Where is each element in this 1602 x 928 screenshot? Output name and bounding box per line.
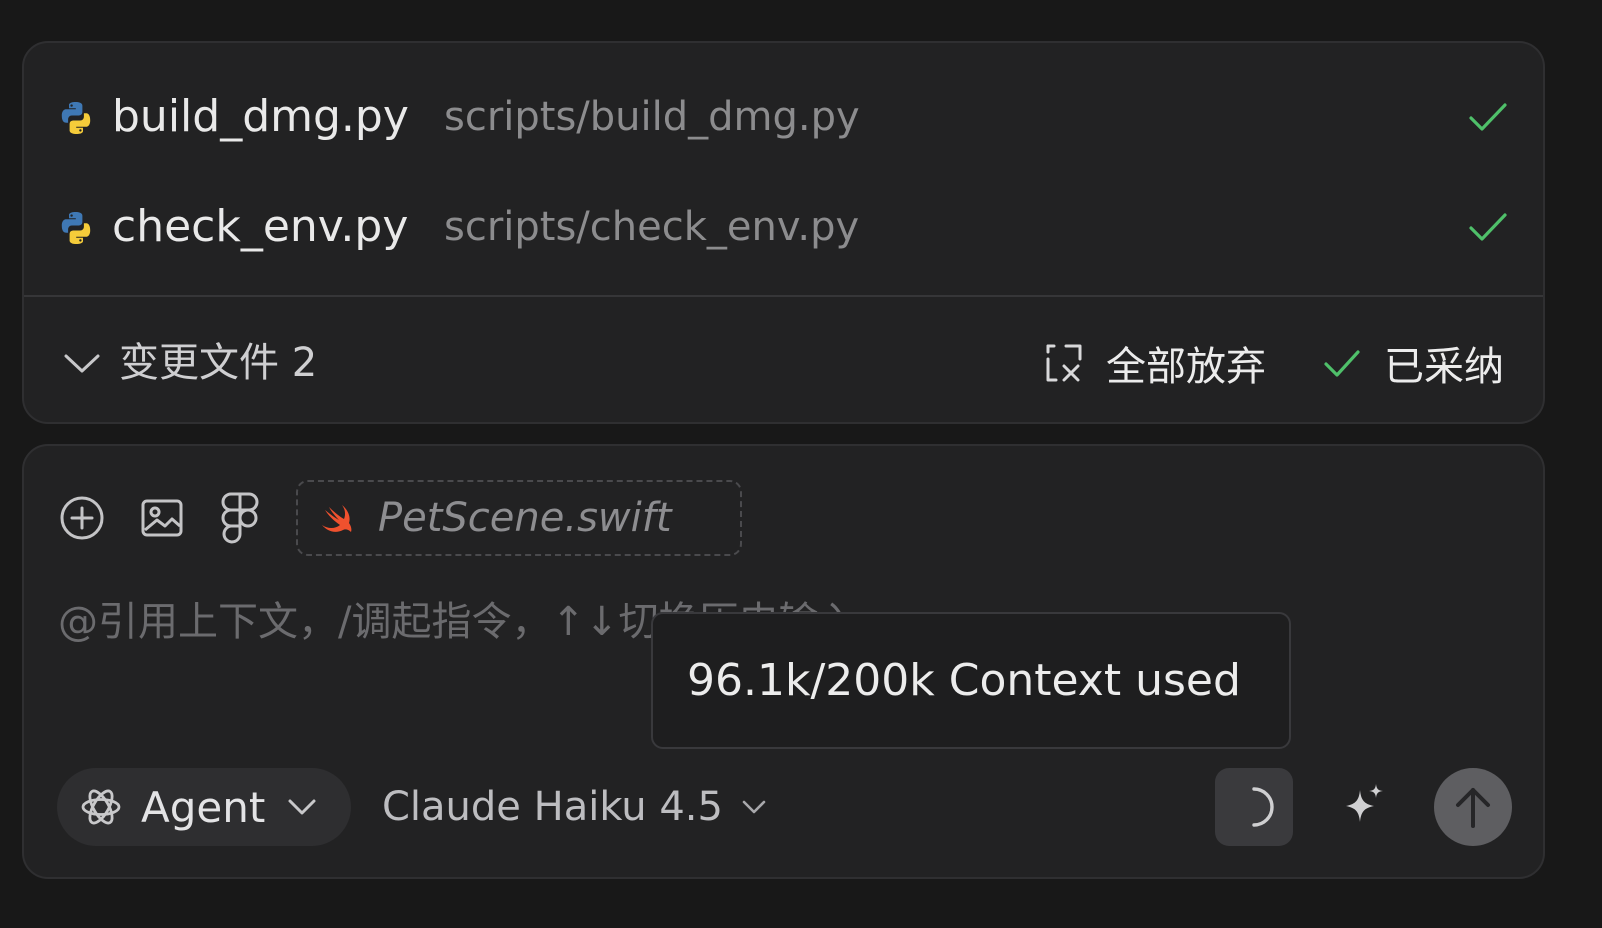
chevron-down-icon[interactable] [62, 347, 102, 379]
accepted-check-icon [1469, 103, 1507, 131]
file-name: check_env.py [112, 201, 409, 252]
discard-all-button[interactable]: 全部放弃 [1044, 333, 1266, 393]
file-path: scripts/build_dmg.py [444, 94, 860, 140]
changed-files-count[interactable]: 变更文件 2 [119, 333, 317, 393]
accepted-check-icon [1469, 213, 1507, 241]
changes-footer: 变更文件 2 全部放弃 已采纳 [24, 333, 1543, 393]
changed-file-row[interactable]: check_env.py scripts/check_env.py [24, 197, 1543, 257]
discard-all-label: 全部放弃 [1106, 344, 1266, 390]
model-label: Claude Haiku 4.5 [382, 784, 723, 830]
swift-file-icon [322, 505, 352, 532]
tooltip-text: 96.1k/200k Context used [687, 655, 1241, 706]
changed-files-panel: build_dmg.py scripts/build_dmg.py check_… [22, 41, 1545, 424]
accepted-button[interactable]: 已采纳 [1322, 333, 1504, 393]
agent-mode-dropdown[interactable]: Agent [57, 768, 351, 846]
python-file-icon [61, 102, 91, 134]
send-button[interactable] [1434, 768, 1512, 846]
context-file-chip[interactable]: PetScene.swift [296, 480, 742, 556]
context-file-name: PetScene.swift [378, 495, 672, 541]
figma-icon[interactable] [216, 490, 264, 546]
python-file-icon [61, 212, 91, 244]
discard-icon [1046, 344, 1082, 382]
changed-file-row[interactable]: build_dmg.py scripts/build_dmg.py [24, 87, 1543, 147]
arrow-up-icon [1456, 788, 1490, 828]
image-icon[interactable] [138, 494, 186, 542]
add-context-icon[interactable] [58, 494, 106, 542]
panel-divider [24, 295, 1543, 297]
context-usage-ring-icon [1252, 787, 1274, 827]
agent-icon [81, 789, 121, 825]
agent-mode-label: Agent [141, 782, 266, 832]
chevron-down-icon [742, 800, 766, 814]
check-icon [1324, 350, 1360, 377]
sparkle-icon[interactable] [1340, 782, 1388, 830]
context-usage-button[interactable] [1215, 768, 1293, 846]
context-usage-tooltip: 96.1k/200k Context used [651, 612, 1291, 749]
file-path: scripts/check_env.py [444, 204, 860, 250]
accepted-label: 已采纳 [1384, 344, 1504, 390]
chevron-down-icon [288, 799, 316, 815]
file-name: build_dmg.py [112, 91, 409, 142]
model-selector[interactable]: Claude Haiku 4.5 [382, 768, 767, 846]
